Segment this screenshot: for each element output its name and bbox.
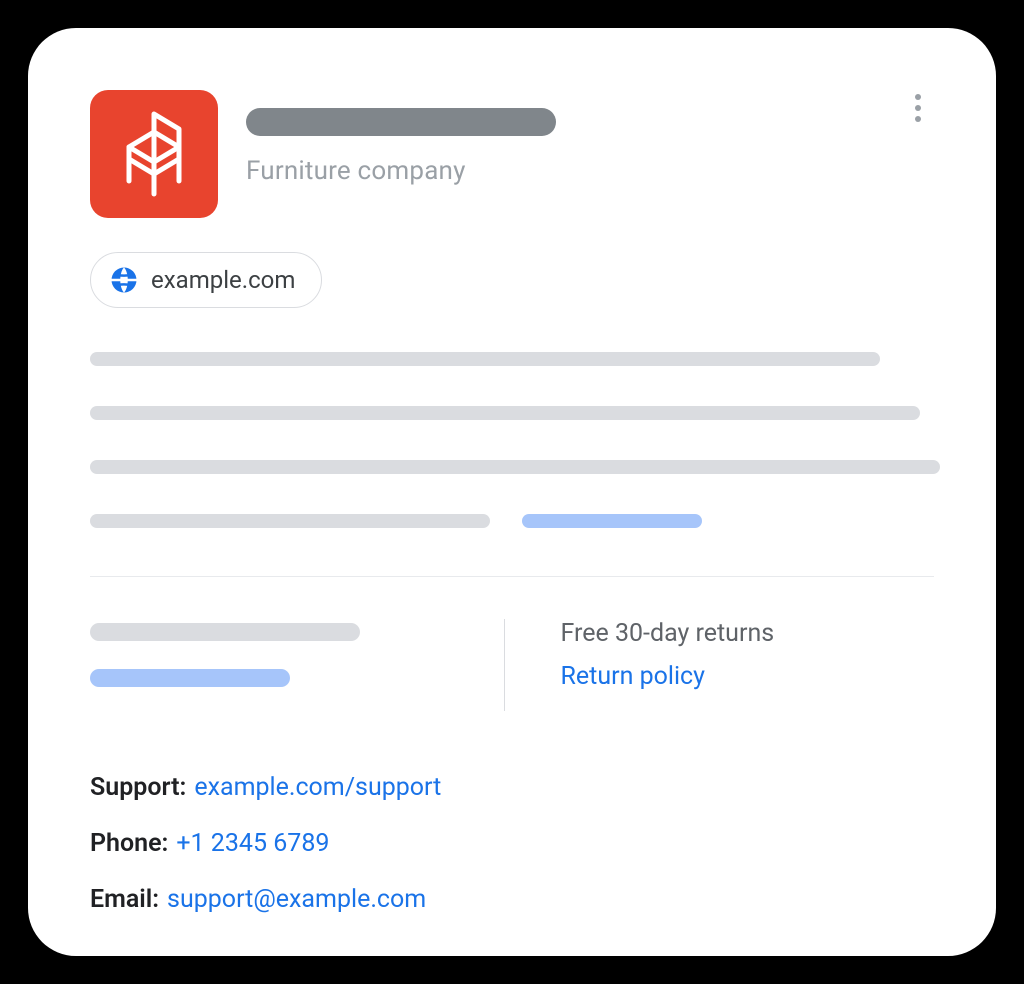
info-right-column: Free 30-day returns Return policy — [545, 619, 935, 711]
dot-icon — [915, 116, 921, 122]
dot-icon — [915, 94, 921, 100]
phone-label: Phone: — [90, 819, 168, 869]
description-line-placeholder — [90, 352, 880, 366]
email-line: Email: support@example.com — [90, 875, 934, 925]
info-line-placeholder — [90, 623, 360, 641]
return-policy-link[interactable]: Return policy — [561, 662, 935, 691]
section-divider — [90, 576, 934, 577]
support-label: Support: — [90, 763, 186, 813]
description-placeholder-block — [90, 352, 934, 528]
email-link[interactable]: support@example.com — [167, 875, 426, 925]
info-link-placeholder — [90, 669, 290, 687]
returns-text: Free 30-day returns — [561, 619, 935, 648]
support-link[interactable]: example.com/support — [194, 763, 441, 813]
brand-logo — [90, 90, 218, 218]
globe-icon — [109, 265, 139, 295]
chair-icon — [119, 109, 189, 199]
title-block: Furniture company — [246, 90, 934, 186]
info-left-column — [90, 619, 464, 711]
description-link-placeholder — [522, 514, 702, 528]
phone-link[interactable]: +1 2345 6789 — [176, 819, 329, 869]
email-label: Email: — [90, 875, 159, 925]
more-options-button[interactable] — [906, 90, 930, 126]
title-placeholder — [246, 108, 556, 136]
contact-block: Support: example.com/support Phone: +1 2… — [90, 763, 934, 925]
description-line-placeholder — [90, 460, 940, 474]
dot-icon — [915, 105, 921, 111]
support-line: Support: example.com/support — [90, 763, 934, 813]
description-line-placeholder — [90, 406, 920, 420]
description-line-placeholder — [90, 514, 490, 528]
subtitle: Furniture company — [246, 156, 934, 186]
info-row: Free 30-day returns Return policy — [90, 619, 934, 711]
vertical-divider — [504, 619, 505, 711]
header-row: Furniture company — [90, 90, 934, 218]
description-link-row — [90, 514, 934, 528]
website-chip[interactable]: example.com — [90, 252, 322, 308]
website-chip-text: example.com — [151, 266, 295, 294]
phone-line: Phone: +1 2345 6789 — [90, 819, 934, 869]
knowledge-panel-card: Furniture company example.com — [28, 28, 996, 956]
